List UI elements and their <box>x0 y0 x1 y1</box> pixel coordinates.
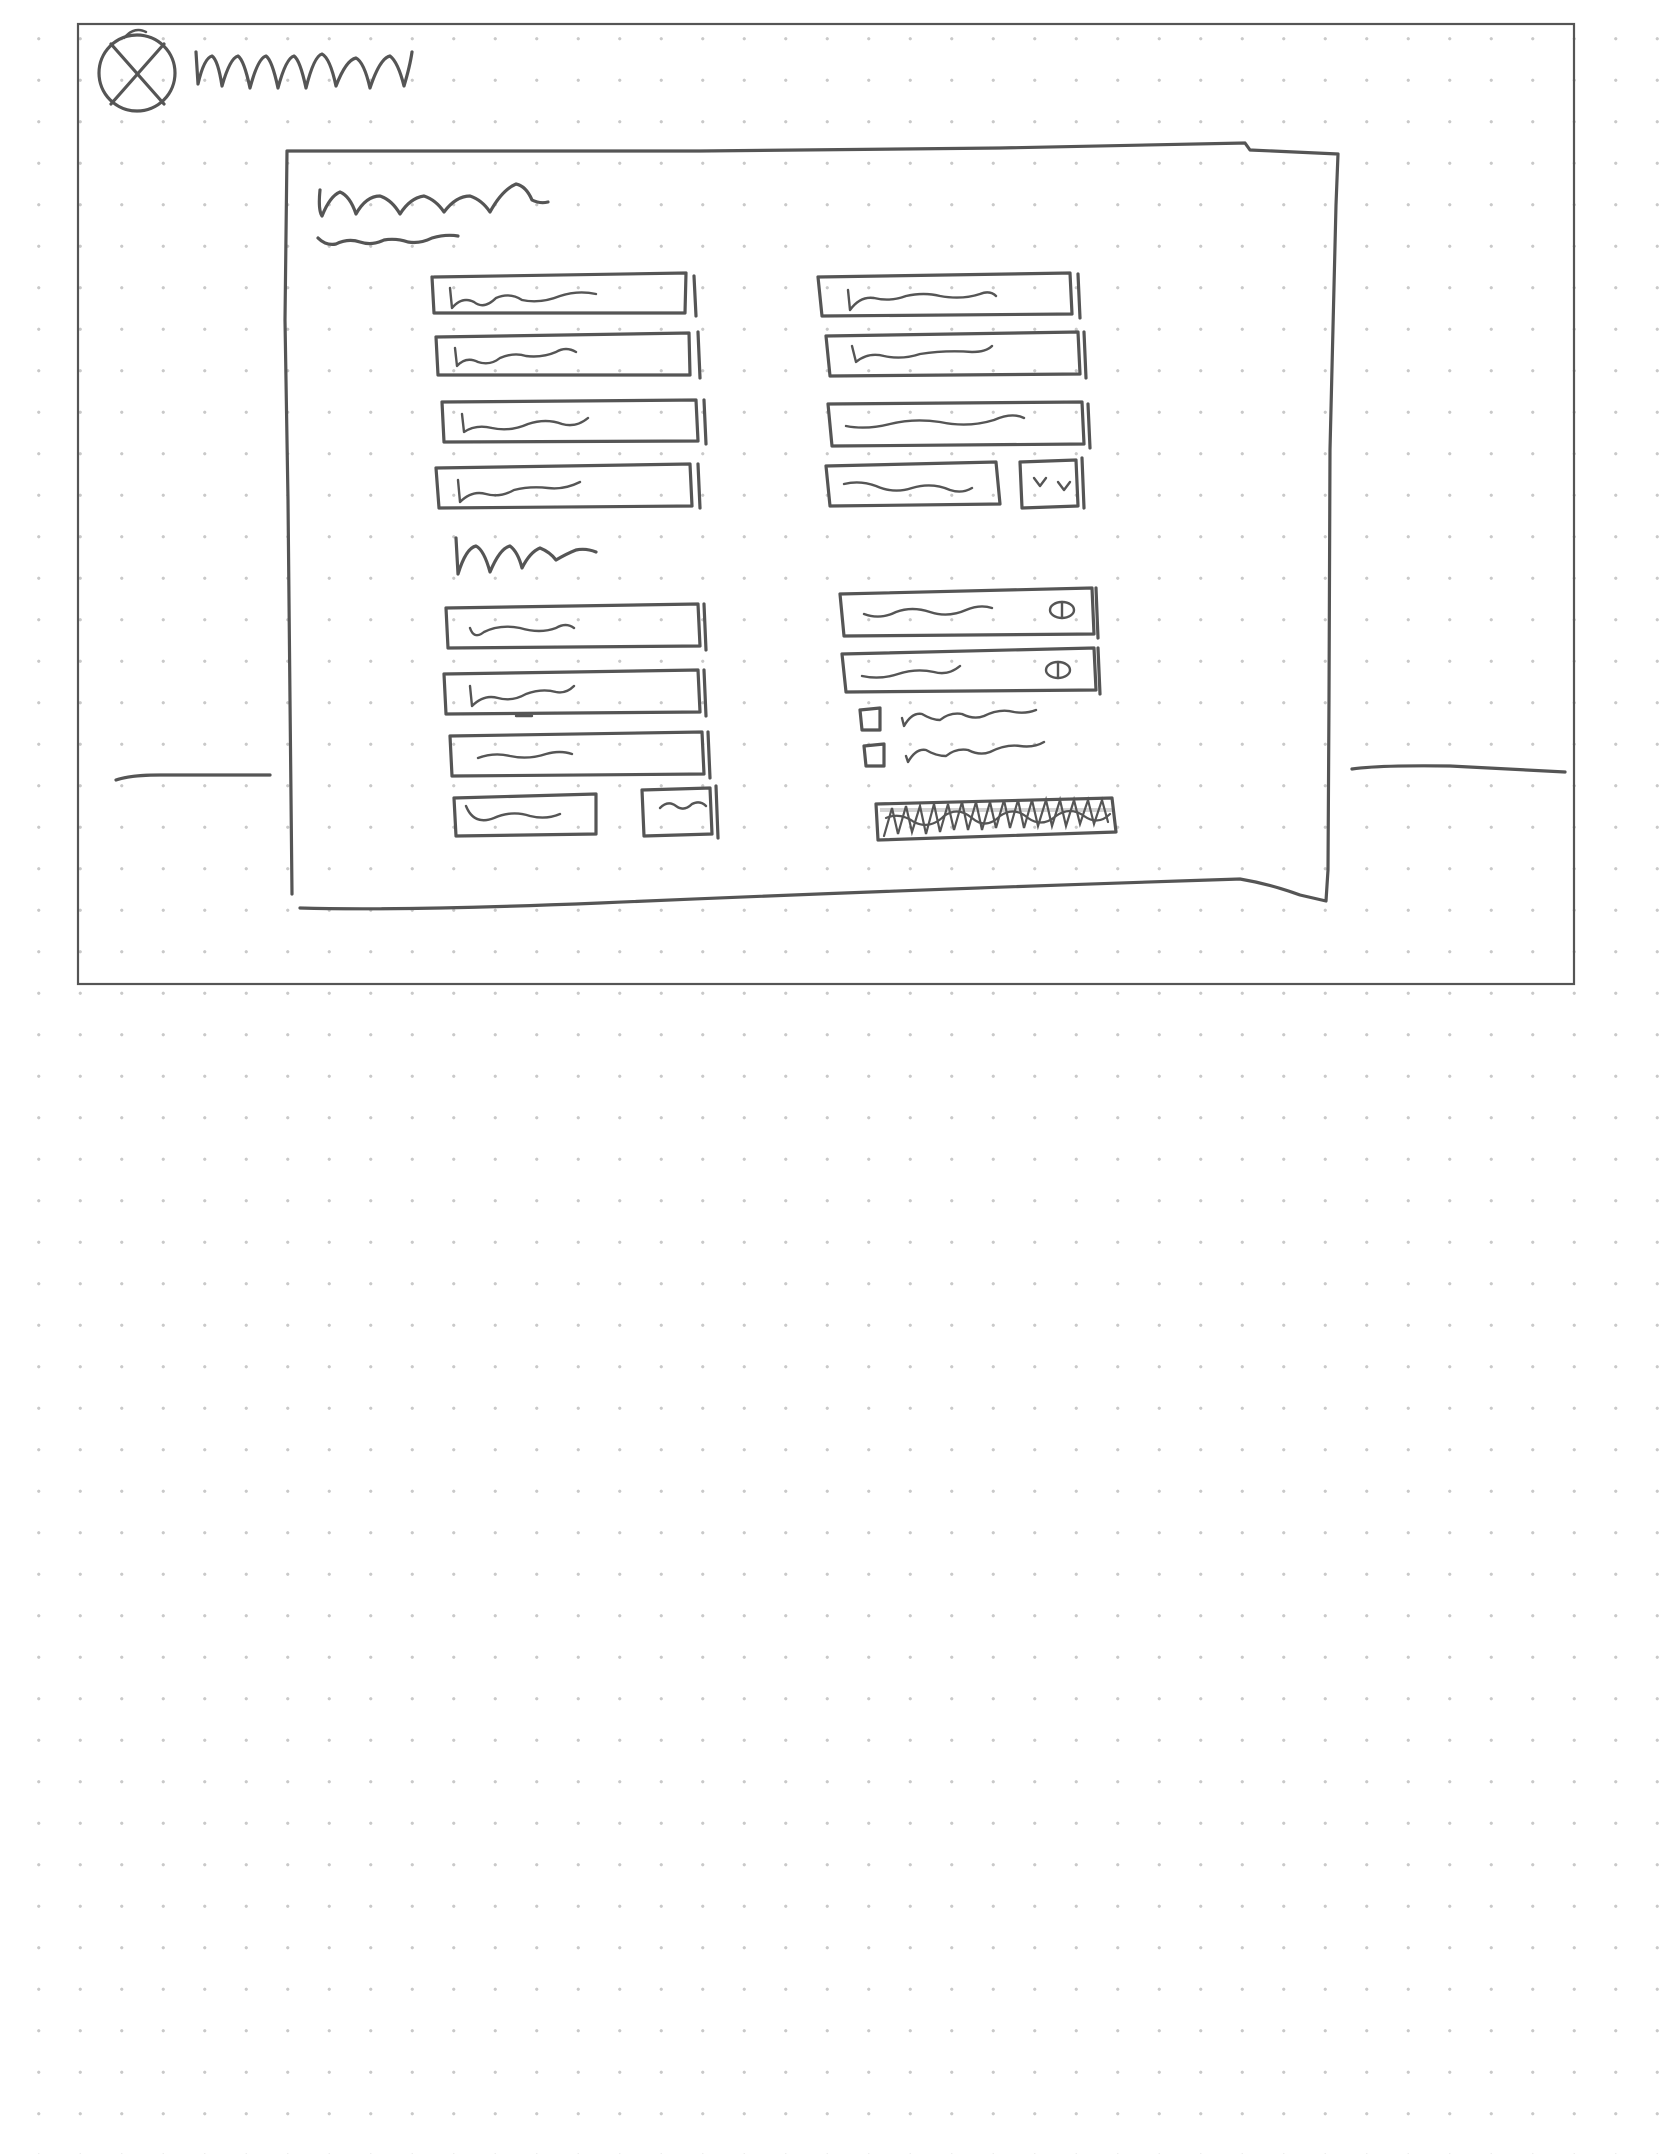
right-short-field[interactable] <box>824 460 1002 508</box>
left-field-3[interactable] <box>440 398 708 446</box>
right-dropdown[interactable] <box>1018 456 1086 510</box>
window-title-scribble <box>194 50 414 90</box>
right-field-3[interactable] <box>826 400 1092 450</box>
section-label-scribble <box>454 536 598 576</box>
eye-icon[interactable] <box>1044 660 1072 680</box>
checkbox-2[interactable] <box>862 740 1046 768</box>
dialog-subtitle-scribble <box>316 233 460 246</box>
wireframe-sketch <box>76 22 1576 986</box>
checkbox-1[interactable] <box>858 706 1038 732</box>
app-close-icon[interactable] <box>97 28 177 113</box>
right-password-field-2[interactable] <box>840 646 1102 696</box>
right-field-2[interactable] <box>824 330 1088 380</box>
left-field-4[interactable] <box>434 462 702 510</box>
right-field-1[interactable] <box>816 271 1082 320</box>
window-frame <box>76 22 1576 986</box>
right-password-field-1[interactable] <box>838 586 1100 640</box>
left-field-1[interactable] <box>430 271 698 318</box>
eye-icon[interactable] <box>1048 600 1076 620</box>
left-short-field[interactable] <box>452 792 598 838</box>
right-divider <box>1350 764 1567 774</box>
dialog-panel <box>283 141 1340 911</box>
submit-button[interactable] <box>874 795 1118 842</box>
left-field-6[interactable] <box>442 668 708 718</box>
left-field-7[interactable] <box>448 730 712 780</box>
checkbox-icon <box>858 706 882 732</box>
checkbox-icon <box>862 742 886 768</box>
left-field-5[interactable] <box>444 602 708 652</box>
chevron-down-icon <box>1032 476 1072 492</box>
left-small-button[interactable] <box>640 784 720 840</box>
left-field-2[interactable] <box>434 330 702 380</box>
dialog-title-scribble <box>317 182 550 218</box>
left-divider <box>114 773 272 782</box>
